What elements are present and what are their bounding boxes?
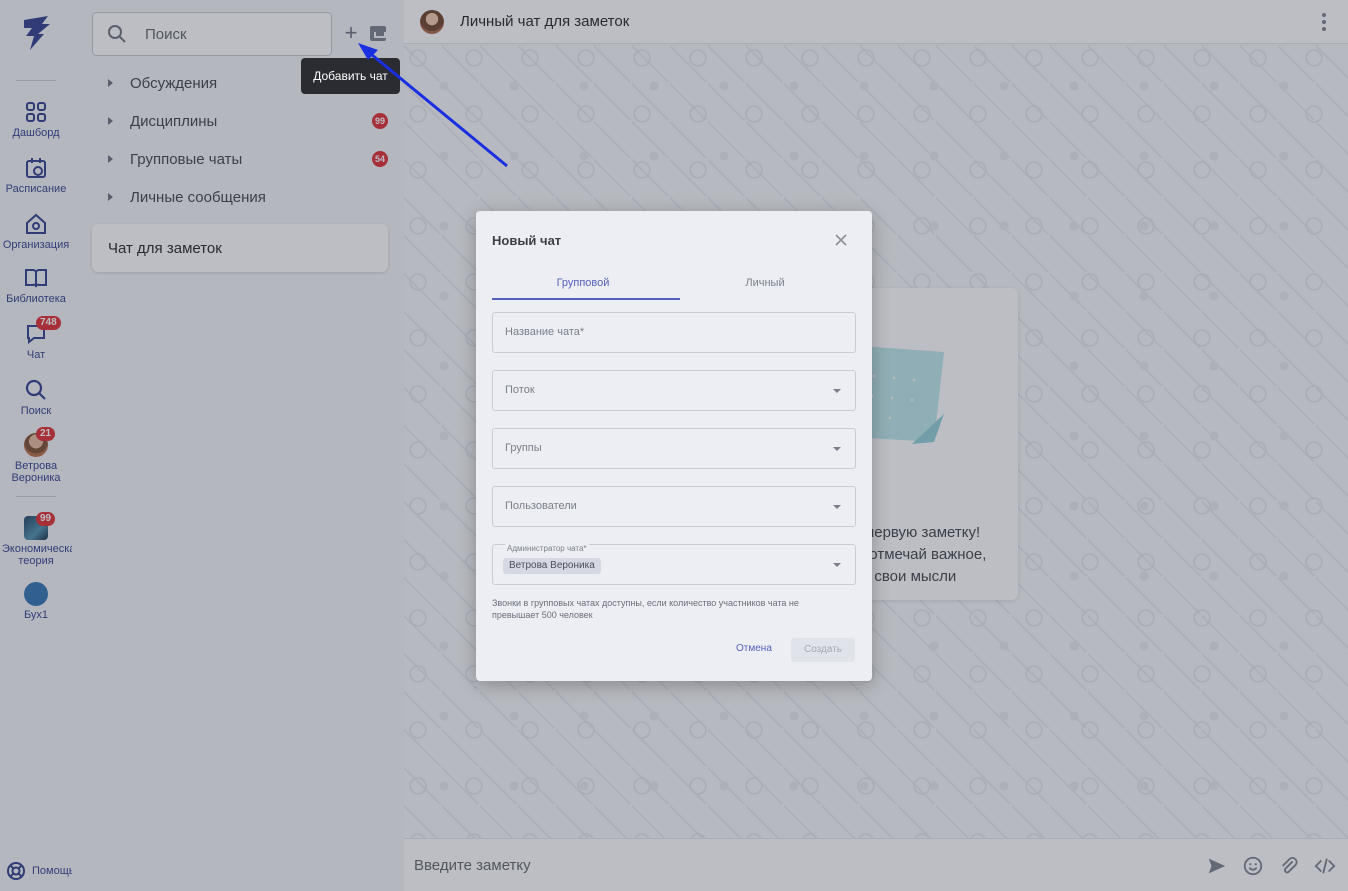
calls-hint: Звонки в групповых чатах доступны, если … [492,598,799,620]
field-placeholder: Группы [505,442,542,454]
chevron-down-icon [833,389,841,393]
groups-select[interactable]: Группы [492,428,856,469]
dialog-title: Новый чат [492,233,562,248]
field-placeholder: Поток [505,384,535,396]
chevron-down-icon [833,563,841,567]
active-tab-indicator [492,298,680,300]
create-button[interactable]: Создать [791,638,855,662]
admin-chip[interactable]: Ветрова Вероника [503,558,601,574]
close-icon[interactable] [834,233,848,247]
add-chat-tooltip: Добавить чат [301,58,400,94]
stream-select[interactable]: Поток [492,370,856,411]
chat-name-field[interactable]: Название чата* [492,312,856,353]
chat-admin-select[interactable]: Администратор чата* Ветрова Вероника [492,544,856,585]
field-placeholder: Пользователи [505,500,577,512]
cancel-button[interactable]: Отмена [736,643,772,654]
chevron-down-icon [833,447,841,451]
field-placeholder: Название чата* [505,326,585,338]
chevron-down-icon [833,505,841,509]
tab-personal[interactable]: Личный [674,275,856,301]
users-select[interactable]: Пользователи [492,486,856,527]
field-label: Администратор чата* [505,544,589,553]
new-chat-dialog: Новый чат Групповой Личный Название чата… [476,211,872,681]
